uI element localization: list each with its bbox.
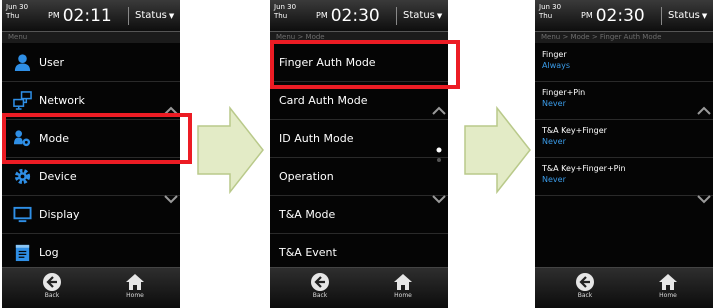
home-button[interactable]: Home [105, 272, 165, 306]
setting-value: Never [542, 99, 566, 108]
back-label: Back [577, 292, 593, 299]
back-button[interactable]: Back [290, 272, 350, 306]
setting-name: Finger [542, 50, 567, 59]
back-label: Back [44, 292, 60, 299]
clock: PM 02:30 [581, 7, 645, 25]
log-icon [15, 244, 30, 262]
back-button[interactable]: Back [555, 272, 615, 306]
date-display: Jun 30 Thu [274, 3, 296, 21]
network-icon [13, 91, 32, 110]
caret-down-icon: ▼ [168, 12, 175, 20]
clock-ampm: PM [48, 11, 60, 20]
status-button[interactable]: Status ▼ [661, 7, 707, 25]
home-button[interactable]: Home [638, 272, 698, 306]
gear-icon [14, 168, 31, 185]
setting-name: T&A Key+Finger [542, 126, 607, 135]
setting-name: T&A Key+Finger+Pin [542, 164, 626, 173]
clock-time: 02:30 [595, 6, 645, 26]
clock: PM 02:11 [48, 7, 112, 25]
home-label: Home [126, 292, 144, 299]
status-bar: Jun 30 Thu PM 02:30 Status ▼ [535, 0, 713, 32]
scroll-down-icon[interactable] [430, 192, 448, 206]
back-label: Back [312, 292, 328, 299]
home-button[interactable]: Home [373, 272, 433, 306]
date-day: Jun 30 [6, 3, 29, 11]
back-icon [311, 273, 329, 291]
status-label: Status [668, 10, 700, 21]
setting-ta-key-finger[interactable]: T&A Key+Finger Never [535, 120, 713, 158]
menu-item-label: T&A Event [279, 246, 337, 259]
bottom-nav-bar: Back Home [2, 267, 180, 308]
menu-item-id-auth-mode[interactable]: ID Auth Mode [270, 120, 448, 158]
date-weekday: Thu [274, 12, 288, 20]
home-icon [394, 274, 412, 290]
status-label: Status [135, 10, 167, 21]
menu-item-label: Display [39, 208, 80, 221]
setting-finger[interactable]: Finger Always [535, 44, 713, 82]
scroll-up-icon[interactable] [430, 104, 448, 118]
back-button[interactable]: Back [22, 272, 82, 306]
status-button[interactable]: Status ▼ [128, 7, 174, 25]
monitor-icon [13, 206, 32, 223]
back-icon [576, 273, 594, 291]
highlight-mode-item [2, 113, 192, 164]
setting-name: Finger+Pin [542, 88, 586, 97]
date-weekday: Thu [6, 12, 20, 20]
setting-finger-pin[interactable]: Finger+Pin Never [535, 82, 713, 120]
flow-arrow-right-icon [464, 106, 531, 194]
breadcrumb: Menu [2, 32, 180, 43]
menu-item-display[interactable]: Display [2, 196, 180, 234]
device-screen-finger-auth-mode: Jun 30 Thu PM 02:30 Status ▼ Menu > Mode >… [535, 0, 713, 308]
scroll-down-icon[interactable] [162, 192, 180, 206]
bottom-nav-bar: Back Home [270, 267, 448, 308]
status-bar: Jun 30 Thu PM 02:30 Status ▼ [270, 0, 448, 32]
clock-ampm: PM [581, 11, 593, 20]
highlight-finger-auth-mode-item [270, 40, 460, 89]
clock-time: 02:11 [62, 6, 112, 26]
setting-value: Never [542, 137, 566, 146]
status-label: Status [403, 10, 435, 21]
clock-ampm: PM [316, 11, 328, 20]
flow-arrow-right-icon [197, 106, 264, 194]
home-icon [126, 274, 144, 290]
bottom-nav-bar: Back Home [535, 267, 713, 308]
setting-ta-key-finger-pin[interactable]: T&A Key+Finger+Pin Never [535, 158, 713, 196]
clock-time: 02:30 [330, 6, 380, 26]
status-button[interactable]: Status ▼ [396, 7, 442, 25]
menu-item-user[interactable]: User [2, 44, 180, 82]
date-weekday: Thu [539, 12, 553, 20]
setting-value: Never [542, 175, 566, 184]
breadcrumb: Menu > Mode > Finger Auth Mode [535, 32, 713, 43]
scroll-up-icon[interactable] [695, 104, 713, 118]
date-day: Jun 30 [274, 3, 297, 11]
caret-down-icon: ▼ [436, 12, 443, 20]
menu-item-label: ID Auth Mode [279, 132, 354, 145]
finger-auth-settings: Finger Always Finger+Pin Never T&A Key+F… [535, 44, 713, 196]
date-day: Jun 30 [539, 3, 562, 11]
date-display: Jun 30 Thu [6, 3, 28, 21]
page-indicator [436, 147, 442, 162]
menu-item-ta-mode[interactable]: T&A Mode [270, 196, 448, 234]
home-icon [659, 274, 677, 290]
menu-item-label: T&A Mode [279, 208, 336, 221]
menu-item-label: Log [39, 246, 59, 259]
menu-item-label: User [39, 56, 65, 69]
home-label: Home [394, 292, 412, 299]
menu-item-label: Operation [279, 170, 334, 183]
home-label: Home [659, 292, 677, 299]
date-display: Jun 30 Thu [539, 3, 561, 21]
clock: PM 02:30 [316, 7, 380, 25]
menu-item-operation[interactable]: Operation [270, 158, 448, 196]
caret-down-icon: ▼ [701, 12, 708, 20]
user-icon [14, 54, 31, 72]
status-bar: Jun 30 Thu PM 02:11 Status ▼ [2, 0, 180, 32]
back-icon [43, 273, 61, 291]
scroll-down-icon[interactable] [695, 192, 713, 206]
setting-value: Always [542, 61, 571, 70]
